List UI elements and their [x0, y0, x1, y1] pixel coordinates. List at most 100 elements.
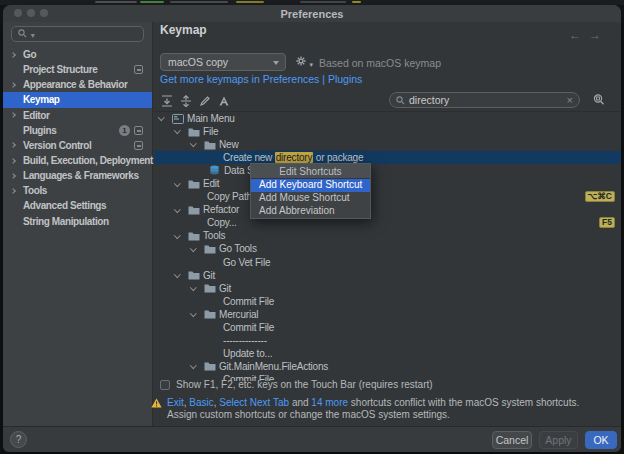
shortcut-badge: F5	[599, 217, 615, 228]
plugin-settings-icon	[134, 126, 143, 135]
tree-row[interactable]: Commit File	[154, 295, 621, 308]
ok-button[interactable]: OK	[585, 431, 617, 449]
chevron-down-icon[interactable]	[175, 235, 188, 238]
tree-row[interactable]: Go Tools	[154, 242, 621, 255]
keymap-scheme-select[interactable]: macOS copy	[160, 53, 286, 71]
shortcut-search-input[interactable]: directory ×	[389, 92, 580, 108]
settings-search-input[interactable]: ▾	[11, 26, 144, 42]
sidebar-item-label: String Manipulation	[23, 216, 109, 227]
tree-row[interactable]: --------------	[154, 334, 621, 347]
sidebar-item-tools[interactable]: Tools	[3, 183, 152, 198]
touchbar-checkbox-row[interactable]: Show F1, F2, etc. keys on the Touch Bar …	[160, 379, 433, 390]
conflict-link[interactable]: Select Next Tab	[219, 397, 289, 408]
apply-button[interactable]: Apply	[539, 431, 578, 449]
tree-row[interactable]: Data Source...	[154, 164, 621, 177]
sidebar-item-appearance-behavior[interactable]: Appearance & Behavior	[3, 77, 152, 92]
chevron-down-icon[interactable]	[175, 183, 188, 186]
abbreviation-icon[interactable]	[217, 94, 230, 107]
context-menu-item-add-keyboard-shortcut[interactable]: Add Keyboard Shortcut	[251, 179, 370, 192]
context-menu-item-add-abbreviation[interactable]: Add Abbreviation	[251, 205, 370, 218]
tree-row[interactable]: Commit File	[154, 321, 621, 334]
edit-shortcut-icon[interactable]	[198, 94, 211, 107]
sidebar-item-keymap[interactable]: Keymap	[3, 92, 152, 107]
tree-row-label: Update to...	[223, 348, 272, 359]
tree-row[interactable]: New	[154, 138, 621, 151]
nav-history-arrows[interactable]: ←→	[569, 28, 609, 42]
sidebar-item-label: Editor	[23, 110, 50, 121]
sidebar-item-plugins[interactable]: Plugins1	[3, 123, 152, 138]
folder-icon	[188, 179, 203, 189]
tree-row[interactable]: Git	[154, 282, 621, 295]
sidebar-items: Go Project Structure Appearance & Behavior…	[3, 47, 152, 229]
sidebar-item-editor[interactable]: Editor	[3, 108, 152, 123]
sidebar-item-advanced-settings[interactable]: Advanced Settings	[3, 198, 152, 213]
gear-icon[interactable]: ▾	[294, 55, 310, 71]
conflict-link[interactable]: Basic	[189, 397, 213, 408]
folder-icon	[188, 205, 203, 215]
tree-row[interactable]: Git	[154, 269, 621, 282]
chevron-down-icon[interactable]	[191, 143, 204, 146]
expand-all-icon[interactable]	[160, 94, 173, 107]
conflict-link[interactable]: Exit	[167, 397, 184, 408]
tree-row-label: Go Vet File	[223, 257, 270, 268]
tree-row[interactable]: Git.MainMenu.FileActions	[154, 360, 621, 373]
datasource-icon	[209, 165, 224, 176]
warning-line2: Assign custom shortcuts or change the ma…	[151, 409, 617, 421]
chevron-down-icon[interactable]	[191, 313, 204, 316]
tree-row[interactable]: Mercurial	[154, 308, 621, 321]
plugins-update-badge: 1	[119, 125, 130, 136]
tree-row[interactable]: Update to...	[154, 347, 621, 360]
tree-row[interactable]: Refactor	[154, 203, 621, 216]
folder-icon	[204, 361, 219, 371]
chevron-right-icon	[11, 113, 23, 117]
tree-row[interactable]: Copy...F5	[154, 216, 621, 229]
shortcut-badge: ⌥⌘C	[585, 191, 615, 202]
tree-row[interactable]: Edit	[154, 177, 621, 190]
sidebar-item-string-manipulation[interactable]: String Manipulation	[3, 214, 152, 229]
sidebar-item-project-structure[interactable]: Project Structure	[3, 62, 152, 77]
sidebar-item-build-execution-deployment[interactable]: Build, Execution, Deployment	[3, 153, 152, 168]
tree-row[interactable]: Create new directory or package	[154, 151, 621, 164]
tree-row-label: New	[219, 139, 238, 150]
tree-row-label: Git.MainMenu.FileActions	[219, 361, 328, 372]
dialog-titlebar[interactable]: Preferences	[3, 5, 621, 22]
find-by-shortcut-icon[interactable]	[592, 93, 606, 109]
sidebar-item-languages-frameworks[interactable]: Languages & Frameworks	[3, 168, 152, 183]
plugin-settings-icon	[134, 65, 143, 74]
dialog-title: Preferences	[3, 8, 621, 20]
context-menu-title: Edit Shortcuts	[251, 164, 370, 179]
settings-sidebar: ▾ Go Project Structure Appearance & Behavi…	[3, 22, 153, 426]
sidebar-item-version-control[interactable]: Version Control	[3, 138, 152, 153]
get-more-keymaps-link[interactable]: Get more keymaps in Preferences | Plugin…	[160, 73, 362, 85]
chevron-down-icon[interactable]	[159, 117, 172, 120]
folder-icon	[204, 244, 219, 254]
tree-row[interactable]: Tools	[154, 229, 621, 242]
chevron-down-icon[interactable]	[175, 209, 188, 212]
keymap-tree: Main MenuFileNewCreate new directory or …	[154, 111, 621, 381]
warning-text: and	[289, 397, 311, 408]
cancel-button[interactable]: Cancel	[492, 431, 532, 449]
chevron-down-icon[interactable]	[175, 130, 188, 133]
tree-row[interactable]: Main Menu	[154, 112, 621, 125]
chevron-down-icon[interactable]	[191, 365, 204, 368]
tree-row-label: Tools	[203, 230, 225, 241]
tree-row[interactable]: Go Vet File	[154, 256, 621, 269]
tree-row[interactable]: File	[154, 125, 621, 138]
tree-row-label: Commit File	[223, 296, 274, 307]
clear-search-icon[interactable]: ×	[567, 95, 573, 105]
sidebar-item-go[interactable]: Go	[3, 47, 152, 62]
context-menu-item-add-mouse-shortcut[interactable]: Add Mouse Shortcut	[251, 192, 370, 205]
help-button[interactable]: ?	[10, 431, 27, 448]
based-on-label: Based on macOS keymap	[319, 57, 441, 69]
checkbox-icon[interactable]	[160, 380, 170, 390]
conflict-link[interactable]: 14 more	[311, 397, 348, 408]
chevron-down-icon[interactable]	[191, 287, 204, 290]
tree-row[interactable]: Copy Path...⌥⌘C	[154, 190, 621, 203]
folder-icon	[188, 270, 203, 280]
chevron-down-icon[interactable]	[175, 274, 188, 277]
sidebar-item-label: Project Structure	[23, 64, 97, 75]
collapse-all-icon[interactable]	[179, 94, 192, 107]
warning-text: shortcuts conflict with the macOS system…	[348, 397, 579, 408]
sidebar-item-label: Appearance & Behavior	[23, 79, 127, 90]
chevron-down-icon[interactable]	[191, 248, 204, 251]
